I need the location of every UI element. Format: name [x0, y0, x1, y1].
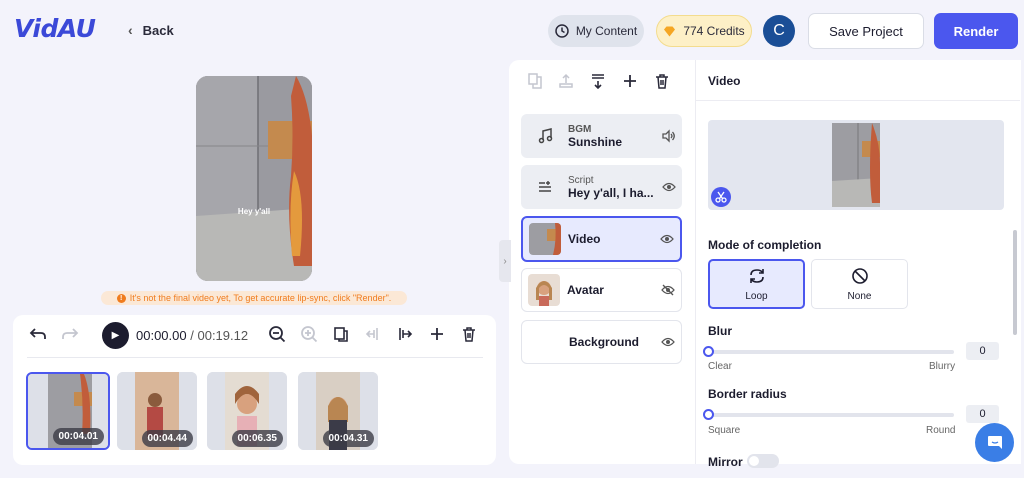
current-time: 00:00.00	[136, 328, 187, 343]
layer-avatar-label: Avatar	[567, 283, 604, 297]
none-icon	[851, 267, 868, 284]
add-layer-icon[interactable]	[621, 72, 639, 90]
timeline-clip-2[interactable]: 00:04.44	[117, 372, 197, 450]
clip-duration-2: 00:04.44	[141, 430, 193, 447]
clip-duration-1: 00:04.01	[52, 428, 104, 445]
blur-label: Blur	[708, 324, 732, 338]
layer-script-sub: Script	[568, 174, 594, 186]
clip-duration-3: 00:06.35	[231, 430, 283, 447]
mode-loop-label: Loop	[745, 290, 768, 302]
save-project-button[interactable]: Save Project	[808, 13, 924, 49]
music-note-icon	[521, 128, 568, 144]
mode-loop-option[interactable]: Loop	[708, 259, 805, 309]
zoom-out-icon[interactable]	[267, 324, 287, 344]
split-left-icon[interactable]	[363, 324, 383, 344]
credits-label: 774 Credits	[683, 24, 745, 38]
credits-badge[interactable]: 774 Credits	[656, 15, 752, 47]
video-layer-thumbnail	[832, 123, 880, 207]
volume-icon[interactable]	[656, 129, 682, 143]
my-content-label: My Content	[575, 24, 638, 38]
blur-slider-handle[interactable]	[703, 346, 714, 357]
redo-icon[interactable]	[60, 324, 80, 344]
playback-time: 00:00.00 / 00:19.12	[136, 328, 248, 343]
video-layer-preview	[708, 120, 1004, 210]
timeline-clip-3[interactable]: 00:06.35	[207, 372, 287, 450]
warning-text: It's not the final video yet, To get acc…	[129, 293, 392, 303]
script-icon	[521, 179, 568, 195]
radius-slider-handle[interactable]	[703, 409, 714, 420]
timeline-clip-1[interactable]: 00:04.01	[26, 372, 110, 450]
layer-bgm-sub: BGM	[568, 123, 592, 135]
clip-duration-4: 00:04.31	[322, 430, 374, 447]
scissors-icon[interactable]	[711, 187, 731, 207]
timeline-clip-4[interactable]: 00:04.31	[298, 372, 378, 450]
layer-script[interactable]: Script Hey y'all, I ha...	[521, 165, 682, 209]
time-separator: /	[190, 328, 194, 343]
blur-max-label: Blurry	[929, 361, 956, 372]
preview-frame-image	[196, 76, 312, 281]
properties-divider	[696, 100, 1020, 101]
layer-video[interactable]: Video	[521, 216, 682, 262]
blur-value-input[interactable]: 0	[966, 342, 999, 360]
mode-of-completion-label: Mode of completion	[708, 238, 822, 252]
play-button[interactable]: ▶	[102, 322, 129, 349]
layer-bgm-label: Sunshine	[568, 134, 623, 149]
mode-none-label: None	[847, 290, 872, 302]
radius-value-input[interactable]: 0	[966, 405, 999, 423]
eye-icon[interactable]	[654, 234, 680, 244]
preview-caption: Hey y'all	[237, 207, 271, 216]
my-content-button[interactable]: My Content	[548, 15, 644, 47]
layer-avatar[interactable]: Avatar	[521, 268, 682, 312]
collapse-panel-handle[interactable]: ›	[499, 240, 511, 282]
delete-clip-icon[interactable]	[459, 324, 479, 344]
lip-sync-warning: ! It's not the final video yet, To get a…	[101, 291, 407, 305]
video-thumbnail	[529, 223, 561, 255]
eye-icon[interactable]	[656, 182, 682, 192]
radius-max-label: Round	[926, 425, 956, 436]
chat-icon	[987, 435, 1002, 449]
send-backward-icon[interactable]	[589, 72, 607, 90]
blur-slider-track[interactable]	[708, 350, 954, 354]
delete-layer-icon[interactable]	[653, 72, 671, 90]
add-clip-icon[interactable]	[427, 324, 447, 344]
layer-video-label: Video	[568, 232, 601, 246]
duplicate-icon[interactable]	[331, 324, 351, 344]
layer-bgm[interactable]: BGM Sunshine	[521, 114, 682, 158]
render-button[interactable]: Render	[934, 13, 1018, 49]
split-right-icon[interactable]	[395, 324, 415, 344]
warning-icon: !	[116, 293, 126, 303]
mirror-label: Mirror	[708, 455, 743, 469]
timeline-divider	[27, 357, 483, 358]
bring-forward-icon[interactable]	[557, 72, 575, 90]
eye-off-icon[interactable]	[655, 284, 681, 296]
chevron-left-icon: ‹	[128, 22, 133, 38]
mode-none-option[interactable]: None	[811, 259, 908, 309]
radius-slider-track[interactable]	[708, 413, 954, 417]
zoom-in-icon[interactable]	[299, 324, 319, 344]
avatar-thumbnail	[528, 274, 560, 306]
clock-icon	[555, 24, 569, 38]
eye-icon[interactable]	[655, 337, 681, 347]
radius-min-label: Square	[708, 425, 741, 436]
back-label: Back	[142, 22, 174, 38]
video-preview[interactable]: Hey y'all	[196, 76, 312, 281]
diamond-icon	[664, 26, 676, 36]
user-avatar[interactable]: C	[763, 15, 795, 47]
total-time: 00:19.12	[197, 328, 249, 343]
properties-scrollbar[interactable]	[1013, 230, 1017, 335]
layer-script-label: Hey y'all, I ha...	[568, 185, 654, 200]
back-button[interactable]: ‹ Back	[128, 22, 174, 38]
loop-icon	[749, 268, 764, 283]
mirror-toggle[interactable]	[747, 454, 779, 468]
layer-background[interactable]: Background	[521, 320, 682, 364]
blur-min-label: Clear	[708, 361, 732, 372]
undo-icon[interactable]	[28, 324, 48, 344]
vidau-logo: VidAU	[14, 14, 96, 43]
chat-support-button[interactable]	[975, 423, 1014, 462]
properties-title: Video	[708, 74, 741, 88]
copy-layer-icon[interactable]	[526, 72, 544, 90]
border-radius-label: Border radius	[708, 387, 787, 401]
layer-background-label: Background	[569, 335, 640, 349]
